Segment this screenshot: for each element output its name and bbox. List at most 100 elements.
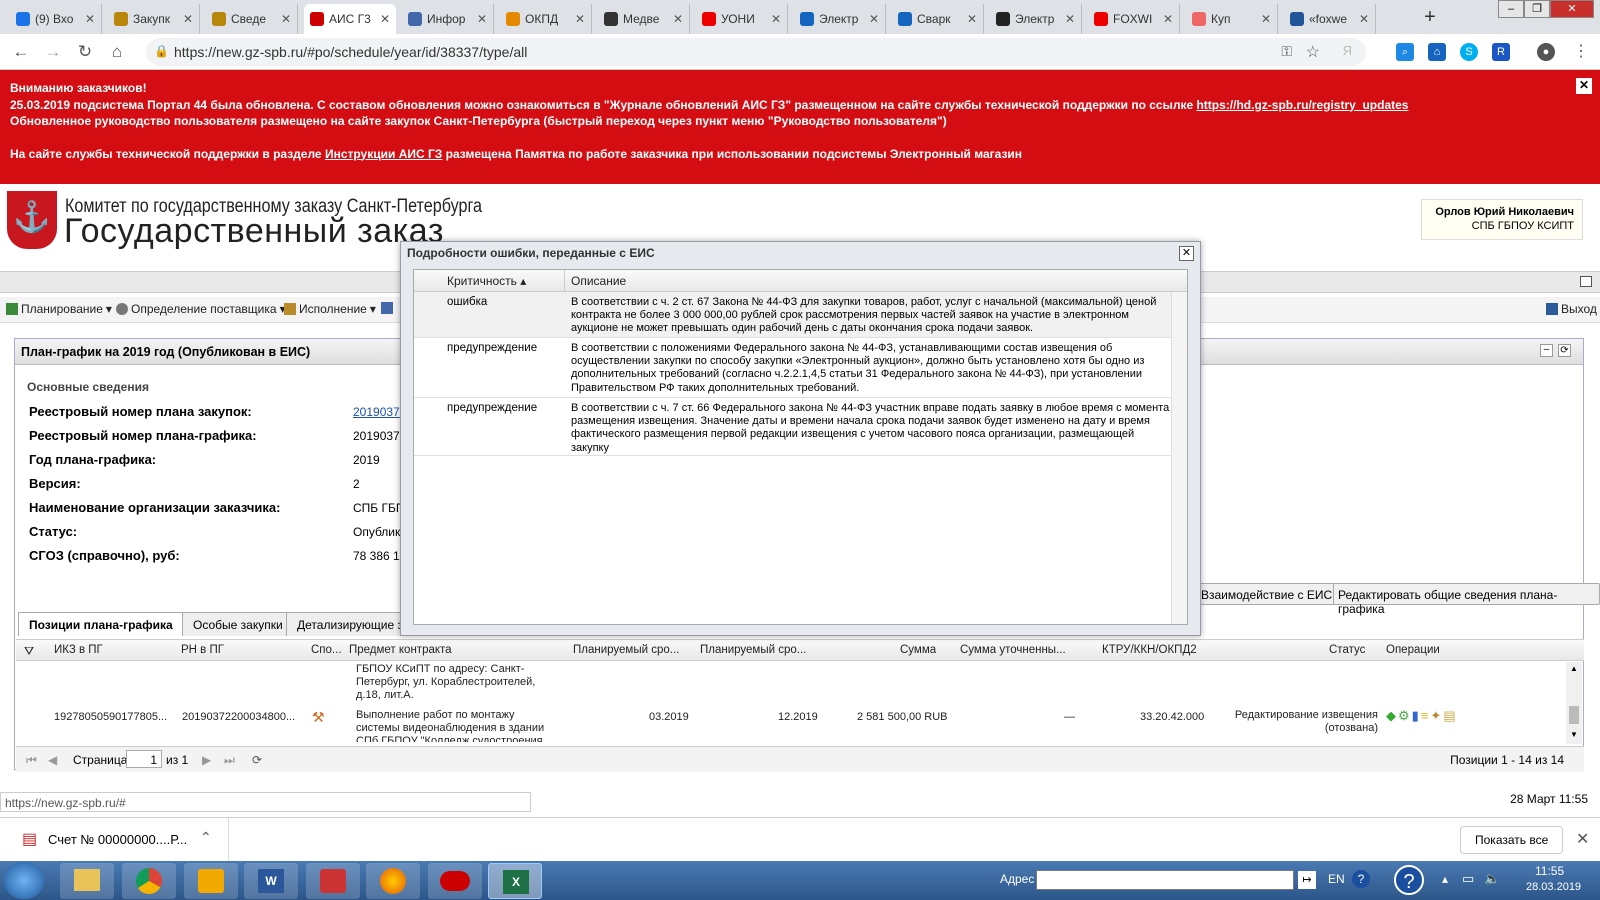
browser-tab[interactable]: ОКПД ✕ xyxy=(500,4,592,34)
menu-icon[interactable]: ⋮ xyxy=(1572,43,1590,61)
volume-icon[interactable]: 🔈 xyxy=(1484,871,1500,887)
download-item[interactable]: Счет № 00000000....Р... xyxy=(48,832,187,847)
refresh-panel-icon[interactable]: ⟳ xyxy=(1558,344,1571,357)
address-bar[interactable]: 🔒 https://new.gz-spb.ru/#po/schedule/yea… xyxy=(146,38,1366,66)
close-downloads-icon[interactable]: ✕ xyxy=(1576,829,1589,849)
menu-planning[interactable]: Планирование ▾ xyxy=(6,302,112,316)
grid-scrollbar[interactable]: ▲ ▼ xyxy=(1566,662,1582,744)
language-indicator[interactable]: EN xyxy=(1328,872,1345,886)
help-icon[interactable]: ? xyxy=(1352,870,1370,888)
col-status[interactable]: Статус xyxy=(1329,644,1365,656)
chevron-up-icon[interactable]: ⌃ xyxy=(200,829,212,846)
browser-tab[interactable]: АИС Г3 ✕ xyxy=(304,4,396,34)
browser-tab[interactable]: (9) Вхо ✕ xyxy=(10,4,102,34)
col-operations[interactable]: Операции xyxy=(1386,644,1440,656)
close-tab-icon[interactable]: ✕ xyxy=(183,12,193,26)
taskbar-explorer[interactable] xyxy=(60,863,114,899)
home-extension-icon[interactable]: ⌂ xyxy=(1428,43,1446,61)
close-tab-icon[interactable]: ✕ xyxy=(1163,12,1173,26)
col-okpd[interactable]: КТРУ/ККН/ОКПД2 xyxy=(1102,644,1197,656)
go-icon[interactable]: ↦ xyxy=(1298,871,1316,889)
tray-arrow-icon[interactable]: ▴ xyxy=(1442,872,1448,886)
search-extension-icon[interactable]: ⌕ xyxy=(1396,43,1414,61)
browser-tab[interactable]: «foxwe ✕ xyxy=(1284,4,1376,34)
minimize-panel-icon[interactable]: – xyxy=(1540,344,1553,357)
first-page-icon[interactable]: ⏮ xyxy=(26,753,37,768)
close-window-button[interactable]: ✕ xyxy=(1550,0,1594,18)
taskbar-chrome[interactable] xyxy=(122,863,176,899)
browser-tab[interactable]: Медве ✕ xyxy=(598,4,690,34)
bookmark-extension-icon[interactable]: R xyxy=(1492,43,1510,61)
tab-positions[interactable]: Позиции плана-графика xyxy=(18,612,184,636)
reload-icon[interactable]: ↻ xyxy=(74,41,96,63)
error-row[interactable]: предупреждение В соответствии с положения… xyxy=(414,338,1172,398)
operations-icons[interactable]: ◆⚙▮≡✦▤ xyxy=(1386,708,1458,724)
col-sum[interactable]: Сумма xyxy=(900,644,936,656)
close-tab-icon[interactable]: ✕ xyxy=(869,12,879,26)
instructions-link[interactable]: Инструкции АИС ГЗ xyxy=(325,147,442,161)
registry-updates-link[interactable]: https://hd.gz-spb.ru/registry_updates xyxy=(1196,98,1408,112)
yandex-icon[interactable]: Я xyxy=(1343,43,1352,58)
field-value[interactable]: 2019037 xyxy=(353,405,400,419)
prev-page-icon[interactable]: ◀ xyxy=(48,753,57,767)
page-input[interactable]: 1 xyxy=(126,750,162,768)
collapse-icon[interactable] xyxy=(1580,276,1592,287)
account-icon[interactable]: ● xyxy=(1537,43,1555,61)
exit-button[interactable]: Выход xyxy=(1546,302,1597,316)
col-severity[interactable]: Критичность ▴ xyxy=(447,274,526,288)
col-sum-adj[interactable]: Сумма уточненны... xyxy=(960,644,1066,656)
home-icon[interactable]: ⌂ xyxy=(106,41,128,63)
skype-icon[interactable]: S xyxy=(1460,43,1478,61)
close-tab-icon[interactable]: ✕ xyxy=(1065,12,1075,26)
menu-more[interactable] xyxy=(381,302,393,314)
browser-tab[interactable]: Закупк ✕ xyxy=(108,4,200,34)
dialog-scrollbar[interactable] xyxy=(1171,292,1187,624)
forward-icon[interactable]: → xyxy=(42,41,64,63)
next-page-icon[interactable]: ▶ xyxy=(202,753,211,767)
close-tab-icon[interactable]: ✕ xyxy=(281,12,291,26)
error-row[interactable]: ошибка В соответствии с ч. 2 ст. 67 Закон… xyxy=(414,292,1172,338)
start-button[interactable] xyxy=(4,862,44,899)
close-tab-icon[interactable]: ✕ xyxy=(771,12,781,26)
taskbar-address-input[interactable] xyxy=(1036,870,1294,890)
scroll-up-icon[interactable]: ▲ xyxy=(1570,664,1578,673)
help-large-icon[interactable]: ? xyxy=(1394,865,1424,895)
filter-icon[interactable]: ⛛ xyxy=(24,644,34,659)
network-icon[interactable]: ▭ xyxy=(1462,871,1474,887)
taskbar-media[interactable] xyxy=(428,863,482,899)
minimize-button[interactable]: – xyxy=(1498,0,1524,18)
last-page-icon[interactable]: ⏭ xyxy=(224,753,235,768)
close-dialog-button[interactable]: ✕ xyxy=(1179,246,1194,261)
close-tab-icon[interactable]: ✕ xyxy=(575,12,585,26)
close-tab-icon[interactable]: ✕ xyxy=(85,12,95,26)
browser-tab[interactable]: Электр ✕ xyxy=(794,4,886,34)
close-tab-icon[interactable]: ✕ xyxy=(1359,12,1369,26)
close-tab-icon[interactable]: ✕ xyxy=(967,12,977,26)
menu-execution[interactable]: Исполнение ▾ xyxy=(284,302,376,316)
refresh-icon[interactable]: ⟳ xyxy=(252,753,262,767)
close-tab-icon[interactable]: ✕ xyxy=(1261,12,1271,26)
browser-tab[interactable]: FOXWI ✕ xyxy=(1088,4,1180,34)
taskbar-app[interactable] xyxy=(306,863,360,899)
error-row[interactable]: предупреждение В соответствии с ч. 7 ст. … xyxy=(414,398,1172,456)
taskbar-excel[interactable]: X xyxy=(488,863,542,899)
browser-tab[interactable]: Инфор ✕ xyxy=(402,4,494,34)
scroll-down-icon[interactable]: ▼ xyxy=(1570,730,1578,739)
browser-tab[interactable]: Сварк ✕ xyxy=(892,4,984,34)
clock-date[interactable]: 28.03.2019 xyxy=(1526,881,1581,893)
tab-special[interactable]: Особые закупки xyxy=(182,612,294,636)
maximize-button[interactable]: ❐ xyxy=(1524,0,1550,18)
browser-tab[interactable]: Куп ✕ xyxy=(1186,4,1278,34)
close-tab-icon[interactable]: ✕ xyxy=(477,12,487,26)
col-description[interactable]: Описание xyxy=(571,274,626,288)
new-tab-button[interactable]: + xyxy=(1418,6,1442,30)
taskbar-word[interactable]: W xyxy=(244,863,298,899)
edit-general-info-button[interactable]: Редактировать общие сведения плана-графи… xyxy=(1333,583,1600,616)
close-banner-button[interactable]: ✕ xyxy=(1576,78,1592,94)
col-rn[interactable]: РН в ПГ xyxy=(181,644,224,656)
browser-tab[interactable]: Электр ✕ xyxy=(990,4,1082,34)
star-icon[interactable]: ☆ xyxy=(1306,42,1320,62)
col-ikz[interactable]: ИКЗ в ПГ xyxy=(54,644,103,656)
close-tab-icon[interactable]: ✕ xyxy=(380,12,390,26)
show-all-button[interactable]: Показать все xyxy=(1460,826,1564,854)
